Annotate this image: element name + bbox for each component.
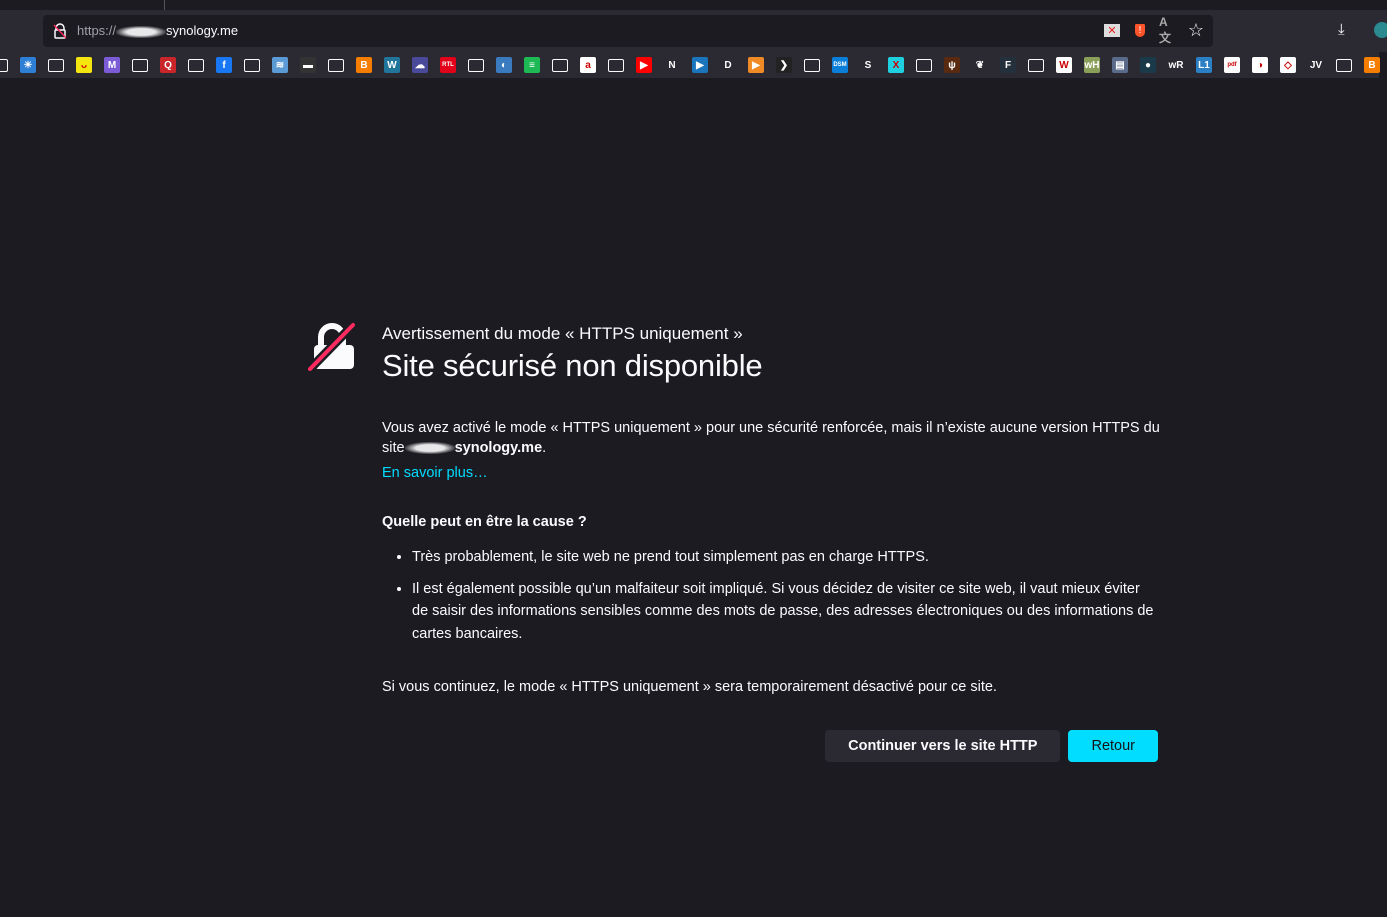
bookmark-wh-icon[interactable]: wH [1084, 57, 1100, 73]
back-button[interactable]: Retour [1068, 730, 1158, 762]
bookmark-l1-icon[interactable]: L1 [1196, 57, 1212, 73]
bookmark-blogger-icon[interactable]: B [1364, 57, 1380, 73]
brave-shield-icon[interactable]: ! [1131, 21, 1149, 39]
bookmark-folder-icon[interactable] [608, 58, 624, 72]
warning-eyebrow: Avertissement du mode « HTTPS uniquement… [382, 324, 743, 343]
continue-http-button[interactable]: Continuer vers le site HTTP [825, 730, 1061, 762]
bookmark-dsm-icon[interactable]: DSM [832, 57, 848, 73]
bookmark-s-icon[interactable]: S [860, 57, 876, 73]
bookmark-youtube-icon[interactable]: ▶ [636, 57, 652, 73]
bookmark-hat-icon[interactable]: ▬ [300, 57, 316, 73]
bookmark-rtl-icon[interactable]: RTL [440, 57, 456, 73]
bookmark-folder-icon[interactable] [1028, 58, 1044, 72]
bookmark-wikipedia-icon[interactable]: W [1056, 57, 1072, 73]
bookmark-smiley-icon[interactable]: ᴗ [76, 57, 92, 73]
bookmark-disney-icon[interactable]: D [720, 57, 736, 73]
download-icon[interactable]: ⤓ [1338, 21, 1358, 41]
bookmark-outline-icon[interactable]: ◇ [1280, 57, 1296, 73]
bookmark-facebook-icon[interactable]: f [216, 57, 232, 73]
bookmark-play-icon[interactable]: ▶ [692, 57, 708, 73]
url-text[interactable]: https://synology.me [77, 23, 238, 38]
bookmark-netflix-icon[interactable]: N [664, 57, 680, 73]
bookmark-folder-icon[interactable] [188, 58, 204, 72]
bookmark-doc-icon[interactable]: ▤ [1112, 57, 1128, 73]
intro-text: Vous avez activé le mode « HTTPS uniquem… [382, 420, 1160, 456]
bookmark-wordpress-icon[interactable]: W [384, 57, 400, 73]
bookmark-flag-icon[interactable]: ◑ [1252, 57, 1268, 73]
bookmark-blogger-icon[interactable]: B [356, 57, 372, 73]
bookmark-folder-icon[interactable] [328, 58, 344, 72]
bookmark-cloud-icon[interactable]: ☁ [412, 57, 428, 73]
error-content: Avertissement du mode « HTTPS uniquement… [382, 324, 1172, 762]
insecure-lock-icon[interactable] [53, 23, 67, 39]
broken-lock-icon [306, 321, 357, 373]
bookmark-f-icon[interactable]: F [1000, 57, 1016, 73]
translate-icon[interactable]: A文 [1159, 15, 1177, 45]
url-bar[interactable]: https://synology.me ✕ ! A文 ☆ [43, 15, 1213, 47]
bookmark-folder-icon[interactable] [0, 58, 8, 72]
bookmark-plex-icon[interactable]: ❯ [776, 57, 792, 73]
bookmark-bird-icon[interactable]: ● [1140, 57, 1156, 73]
bookmark-globe-icon[interactable]: ◐ [496, 57, 512, 73]
bookmark-folder-icon[interactable] [468, 58, 484, 72]
bookmark-wr-icon[interactable]: wR [1168, 57, 1184, 73]
bookmark-folder-icon[interactable] [916, 58, 932, 72]
blocked-content-icon[interactable]: ✕ [1103, 21, 1121, 39]
learn-more-link[interactable]: En savoir plus… [382, 465, 488, 481]
cause-heading: Quelle peut en être la cause ? [382, 514, 587, 530]
bookmark-image-icon[interactable]: ≋ [272, 57, 288, 73]
bookmark-folder-icon[interactable] [1336, 58, 1352, 72]
bookmark-star-icon[interactable]: ☆ [1187, 20, 1205, 40]
bookmark-q-icon[interactable]: Q [160, 57, 176, 73]
bookmark-folder-icon[interactable] [244, 58, 260, 72]
list-item: Très probablement, le site web ne prend … [412, 546, 1157, 569]
bookmark-amazon-icon[interactable]: a [580, 57, 596, 73]
bookmark-folder-icon[interactable] [552, 58, 568, 72]
continue-note: Si vous continuez, le mode « HTTPS uniqu… [382, 679, 997, 695]
bookmark-m-icon[interactable]: M [104, 57, 120, 73]
redacted-subdomain [116, 25, 167, 38]
bookmark-play-orange-icon[interactable]: ▶ [748, 57, 764, 73]
bookmark-folder-icon[interactable] [132, 58, 148, 72]
redacted-subdomain [404, 442, 455, 455]
bookmark-sun-icon[interactable]: ☀ [20, 57, 36, 73]
extension-icon[interactable] [1374, 22, 1387, 38]
tab-strip [0, 0, 1387, 10]
cause-list: Très probablement, le site web ne prend … [412, 546, 1157, 645]
list-item: Il est également possible qu’un malfaite… [412, 578, 1157, 646]
bookmarks-toolbar: ☀ ᴗ M Qf ≋ ▬ B W ☁ RTL ◐ ≡ a ▶ N ▶ D ▶ ❯ DSM S Xψ ❦ F WwH ▤ ● wR L1 p… [0, 52, 1380, 78]
bookmark-folder-icon[interactable] [804, 58, 820, 72]
bookmark-flame-icon[interactable]: ψ [944, 57, 960, 73]
bookmark-spotify-icon[interactable]: ≡ [524, 57, 540, 73]
tab-separator [164, 0, 165, 10]
bookmark-leaf-icon[interactable]: ❦ [972, 57, 988, 73]
bookmark-x-icon[interactable]: X [888, 57, 904, 73]
bookmark-folder-icon[interactable] [48, 58, 64, 72]
bookmark-jv-icon[interactable]: JV [1308, 57, 1324, 73]
page-title: Site sécurisé non disponible [382, 348, 763, 383]
bookmark-pdf-icon[interactable]: pdf [1224, 57, 1240, 73]
